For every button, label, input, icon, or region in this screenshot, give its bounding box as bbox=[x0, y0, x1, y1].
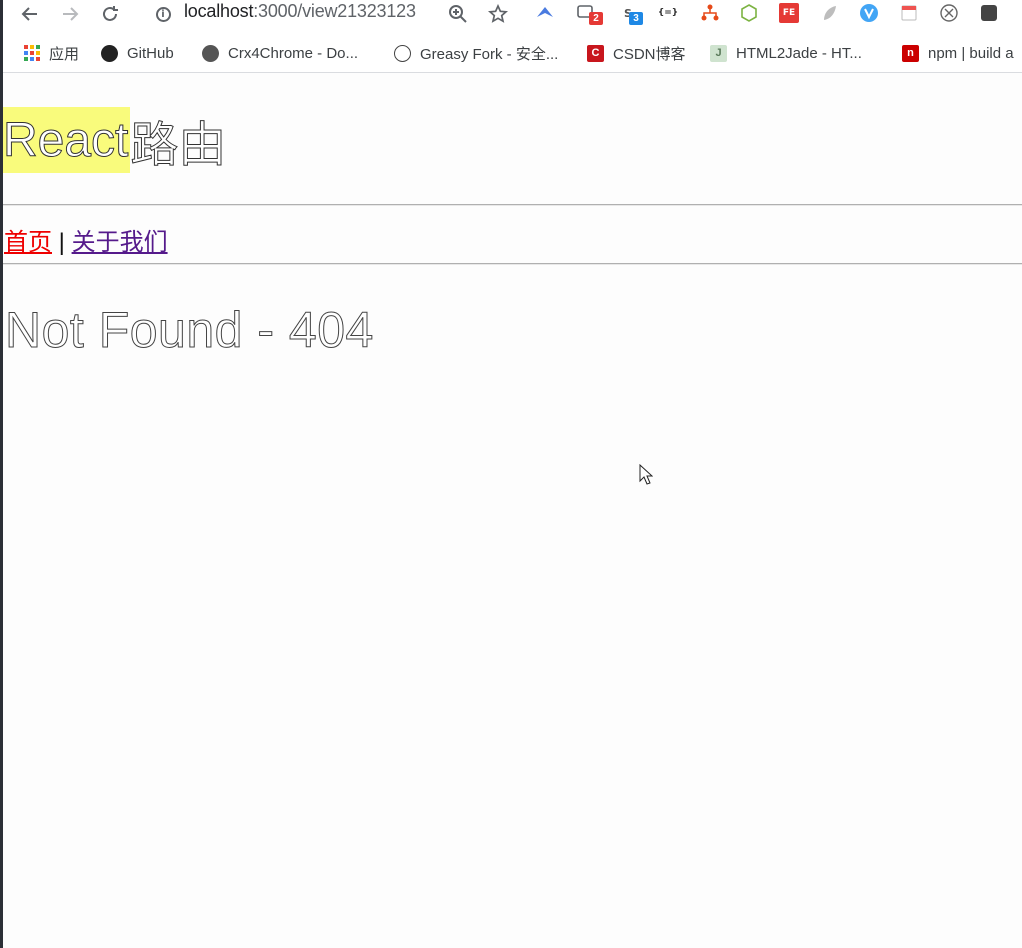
divider-bottom bbox=[3, 263, 1022, 265]
extension-dark-icon[interactable] bbox=[979, 3, 999, 23]
json-extension-label: {=} bbox=[657, 8, 679, 18]
vue-extension-icon[interactable] bbox=[859, 3, 879, 23]
bookmark-apps[interactable]: 应用 bbox=[23, 42, 79, 64]
nav-links: 首页 | 关于我们 bbox=[4, 222, 168, 257]
bookmark-label: npm | build a bbox=[928, 44, 1014, 62]
bookmark-greasyfork[interactable]: Greasy Fork - 安全... bbox=[394, 42, 558, 64]
fe-extension-icon[interactable]: FE bbox=[779, 3, 799, 23]
html2jade-icon: J bbox=[710, 44, 727, 62]
bookmarks-bar: 应用 GitHub Crx4Chrome - Do... Greasy Fork… bbox=[3, 32, 1022, 73]
extension-tree-icon[interactable] bbox=[700, 3, 720, 23]
extension-badge: 3 bbox=[629, 12, 643, 25]
zoom-button[interactable] bbox=[443, 0, 473, 28]
bookmark-label: HTML2Jade - HT... bbox=[736, 44, 862, 62]
bookmark-label: 应用 bbox=[49, 45, 80, 63]
extension-calendar-icon[interactable] bbox=[899, 3, 919, 23]
crx4chrome-icon bbox=[202, 44, 219, 62]
bookmark-star-button[interactable] bbox=[483, 0, 513, 28]
divider-top bbox=[3, 204, 1022, 206]
bookmark-github[interactable]: GitHub bbox=[101, 42, 174, 64]
info-icon: i bbox=[155, 6, 171, 22]
npm-icon: n bbox=[902, 44, 919, 62]
bookmark-label: Crx4Chrome - Do... bbox=[228, 44, 359, 62]
csdn-icon: C bbox=[587, 44, 604, 62]
zoom-icon bbox=[449, 5, 467, 23]
site-info-button[interactable]: i bbox=[151, 2, 175, 26]
extension-s-icon[interactable]: S 3 bbox=[618, 3, 643, 25]
forward-button[interactable] bbox=[55, 0, 85, 28]
nodejs-extension-icon[interactable] bbox=[739, 3, 759, 23]
extension-x-icon[interactable] bbox=[939, 3, 959, 23]
nav-link-home[interactable]: 首页 bbox=[4, 229, 52, 256]
page-content: React 路由 首页 | 关于我们 Not Found - 404 bbox=[2, 73, 1022, 948]
title-highlight: React bbox=[2, 107, 131, 173]
browser-toolbar: i localhost:3000/view21323123 2 S 3 {=} … bbox=[3, 0, 1022, 32]
reload-icon bbox=[103, 6, 118, 21]
back-button[interactable] bbox=[15, 0, 45, 28]
extension-badge: 2 bbox=[589, 12, 603, 25]
nav-link-about[interactable]: 关于我们 bbox=[72, 229, 168, 256]
extension-leaf-icon[interactable] bbox=[819, 3, 839, 23]
url-path: :3000/view21323123 bbox=[253, 1, 416, 21]
nav-separator: | bbox=[58, 229, 65, 256]
apps-grid-icon bbox=[23, 45, 40, 62]
bookmark-crx4chrome[interactable]: Crx4Chrome - Do... bbox=[202, 42, 358, 64]
bookmark-html2jade[interactable]: J HTML2Jade - HT... bbox=[710, 42, 862, 64]
forward-arrow-icon bbox=[63, 7, 79, 21]
github-icon bbox=[101, 44, 118, 62]
bookmark-npm[interactable]: n npm | build a bbox=[902, 42, 1014, 64]
reload-button[interactable] bbox=[95, 0, 125, 28]
page-title: React 路由 bbox=[2, 107, 227, 173]
not-found-heading: Not Found - 404 bbox=[5, 302, 374, 359]
extension-bird-icon[interactable] bbox=[535, 3, 555, 23]
address-bar[interactable]: localhost:3000/view21323123 bbox=[184, 1, 416, 22]
extension-chat-icon[interactable]: 2 bbox=[576, 3, 603, 25]
back-arrow-icon bbox=[21, 7, 37, 21]
json-extension-icon[interactable]: {=} bbox=[658, 3, 678, 23]
url-host: localhost bbox=[184, 1, 254, 21]
bookmark-csdn[interactable]: C CSDN博客 bbox=[587, 42, 686, 64]
extension-orange-icon[interactable] bbox=[1017, 3, 1022, 23]
star-icon bbox=[488, 4, 508, 23]
bookmark-label: GitHub bbox=[127, 44, 174, 62]
bookmark-label: CSDN博客 bbox=[613, 45, 686, 63]
bookmark-label: Greasy Fork - 安全... bbox=[420, 45, 559, 63]
mouse-cursor-icon bbox=[639, 464, 653, 485]
title-rest: 路由 bbox=[130, 119, 227, 173]
fe-extension-label: FE bbox=[782, 8, 796, 18]
greasyfork-icon bbox=[394, 44, 411, 62]
